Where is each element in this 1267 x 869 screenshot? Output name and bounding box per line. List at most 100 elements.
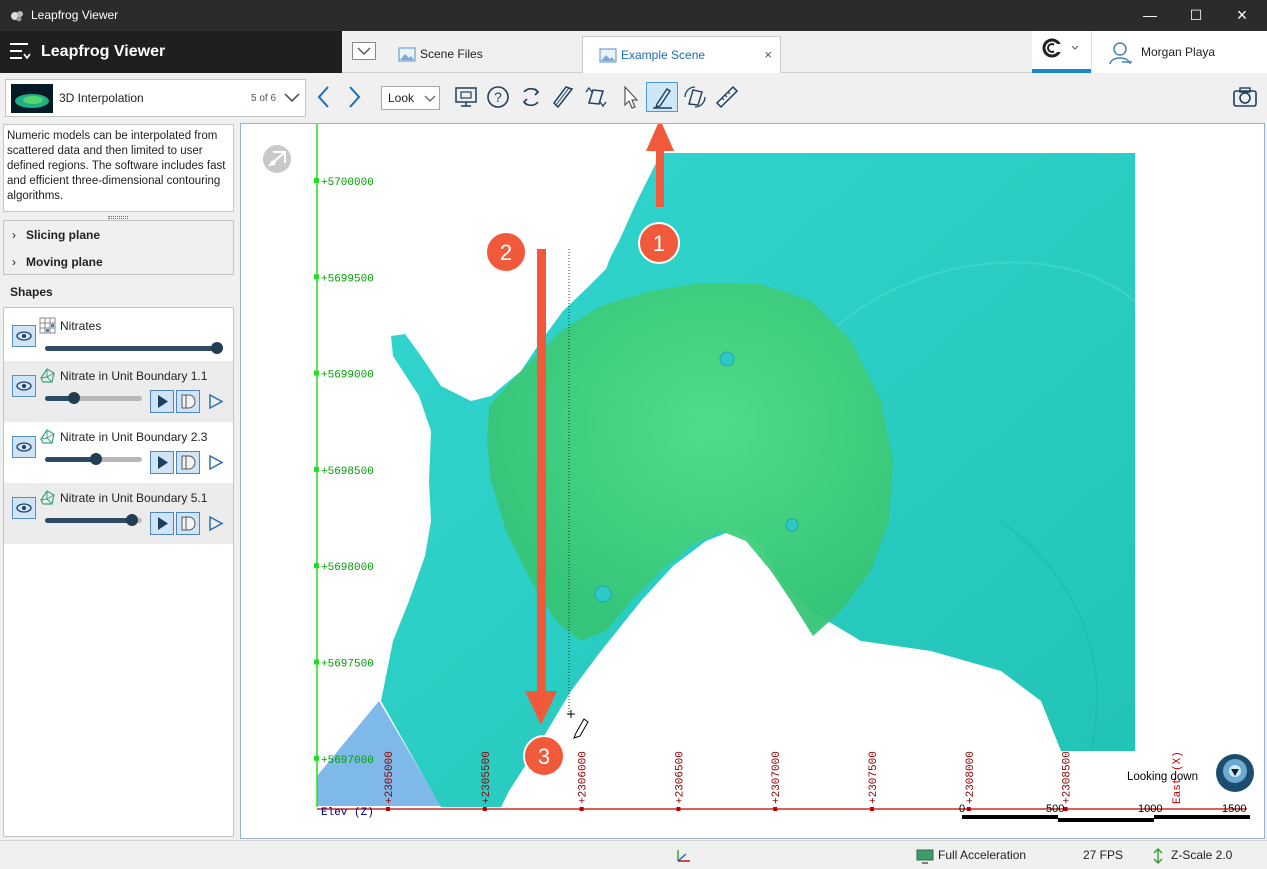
rotate-icon (522, 87, 540, 107)
view-globe-icon[interactable] (1216, 754, 1254, 792)
central-connection-button[interactable] (1032, 31, 1091, 73)
north-tick-mark (314, 370, 319, 376)
central-logo-icon (1042, 38, 1079, 58)
play-animation-button[interactable] (150, 512, 174, 535)
header-right: Morgan Playa (1032, 31, 1267, 73)
scale-bar-segment (962, 815, 1058, 819)
rotate-plane-button[interactable] (681, 83, 709, 111)
opacity-slider[interactable] (45, 514, 142, 526)
navigation-compass-icon[interactable] (263, 145, 291, 173)
app-header: Leapfrog Viewer (0, 31, 342, 73)
shape-row-boundary-2-3: Nitrate in Unit Boundary 2.3 (4, 422, 233, 483)
tab-label: Scene Files (420, 47, 483, 61)
triangle-right-icon (209, 393, 224, 410)
draw-polyline-button[interactable] (646, 82, 678, 112)
opacity-slider[interactable] (45, 342, 223, 354)
scene-thumbnail (11, 84, 53, 113)
window-title: Leapfrog Viewer (31, 8, 119, 22)
moving-plane-item[interactable]: › Moving plane (12, 255, 103, 269)
select-tool-button[interactable] (616, 83, 644, 111)
eye-icon (16, 331, 32, 341)
gpu-monitor-icon (916, 849, 934, 864)
user-account-button[interactable]: Morgan Playa (1091, 31, 1267, 73)
scene-image-icon (398, 47, 416, 62)
scene-canvas[interactable]: +5700000 +5699500 +5699000 +5698500 +5698000… (241, 124, 1265, 839)
chevron-left-icon (317, 86, 329, 108)
minimize-button[interactable]: — (1127, 0, 1173, 31)
axes-icon[interactable] (674, 847, 694, 865)
slice-plane-icon (553, 86, 574, 109)
scale-label: 500 (1046, 803, 1064, 815)
expand-properties-button[interactable] (204, 451, 226, 474)
camera-icon (1233, 87, 1257, 107)
opacity-slider[interactable] (45, 392, 142, 404)
section-view-button[interactable] (176, 512, 200, 535)
panel-splitter[interactable] (108, 216, 128, 219)
hamburger-menu-icon[interactable] (8, 40, 34, 64)
draw-plane-button[interactable] (550, 83, 578, 111)
mesh-icon (40, 368, 55, 383)
tab-example-scene[interactable]: Example Scene × (582, 36, 781, 73)
zscale-value[interactable]: Z-Scale 2.0 (1171, 848, 1232, 862)
fit-view-button[interactable] (452, 83, 480, 111)
screenshot-button[interactable] (1231, 83, 1259, 111)
section-view-button[interactable] (176, 451, 200, 474)
slicing-plane-item[interactable]: › Slicing plane (12, 228, 100, 242)
section-icon (181, 516, 196, 531)
look-select[interactable]: Look (381, 86, 440, 110)
visibility-toggle-button[interactable] (12, 497, 36, 519)
opacity-slider-fill (45, 518, 130, 523)
close-tab-icon[interactable]: × (764, 47, 772, 62)
scene-selector[interactable]: 3D Interpolation 5 of 6 (5, 79, 306, 117)
visibility-toggle-button[interactable] (12, 375, 36, 397)
east-tick-label: +2308000 (965, 751, 977, 804)
east-tick-label: +2307000 (771, 751, 783, 804)
user-name: Morgan Playa (1141, 45, 1216, 59)
play-animation-button[interactable] (150, 390, 174, 413)
close-window-button[interactable]: × (1219, 0, 1265, 31)
data-point-marker (719, 351, 735, 367)
tabs-dropdown-button[interactable] (352, 42, 376, 60)
visibility-toggle-button[interactable] (12, 436, 36, 458)
play-animation-button[interactable] (150, 451, 174, 474)
annotation-badge-2: 2 (485, 231, 527, 273)
north-tick-label: +5698000 (321, 562, 374, 574)
section-view-button[interactable] (176, 390, 200, 413)
opacity-slider-fill (45, 346, 215, 351)
scene-viewport[interactable]: +5700000 +5699500 +5699000 +5698500 +5698000… (240, 123, 1265, 839)
zscale-arrows-icon[interactable] (1151, 847, 1165, 865)
svg-text:?: ? (494, 89, 502, 105)
scene-toolbar: 3D Interpolation 5 of 6 Look ? (0, 73, 1267, 123)
previous-scene-button[interactable] (310, 83, 338, 111)
planes-section: › Slicing plane › Moving plane (3, 220, 234, 275)
shapes-header: Shapes (10, 285, 53, 299)
north-tick-mark (314, 659, 319, 665)
opacity-slider-knob[interactable] (211, 342, 223, 354)
opacity-slider-knob[interactable] (126, 514, 138, 526)
east-tick-label: +2307500 (868, 751, 880, 804)
opacity-slider-knob[interactable] (68, 392, 80, 404)
opacity-slider[interactable] (45, 453, 142, 465)
visibility-toggle-button[interactable] (12, 325, 36, 347)
reset-view-button[interactable] (517, 83, 545, 111)
east-tick-label: +2308500 (1062, 751, 1074, 804)
east-tick-mark (579, 807, 584, 811)
shape-name: Nitrate in Unit Boundary 1.1 (60, 369, 208, 383)
help-button[interactable]: ? (484, 83, 512, 111)
east-tick-mark (386, 807, 390, 811)
next-scene-button[interactable] (340, 83, 368, 111)
scene-name: 3D Interpolation (59, 91, 144, 105)
north-tick-label: +5697500 (321, 659, 374, 671)
tab-label: Example Scene (621, 48, 706, 62)
east-tick-label: +2306500 (674, 751, 686, 804)
move-plane-button[interactable] (582, 83, 610, 111)
north-tick-label: +5699500 (321, 273, 374, 285)
measure-button[interactable] (713, 83, 741, 111)
ruler-icon (715, 85, 739, 109)
expand-properties-button[interactable] (204, 390, 226, 413)
expand-properties-button[interactable] (204, 512, 226, 535)
grid-points-icon (39, 317, 56, 334)
tab-scene-files[interactable]: Scene Files (382, 36, 582, 73)
maximize-button[interactable]: ☐ (1173, 0, 1219, 31)
opacity-slider-knob[interactable] (90, 453, 102, 465)
